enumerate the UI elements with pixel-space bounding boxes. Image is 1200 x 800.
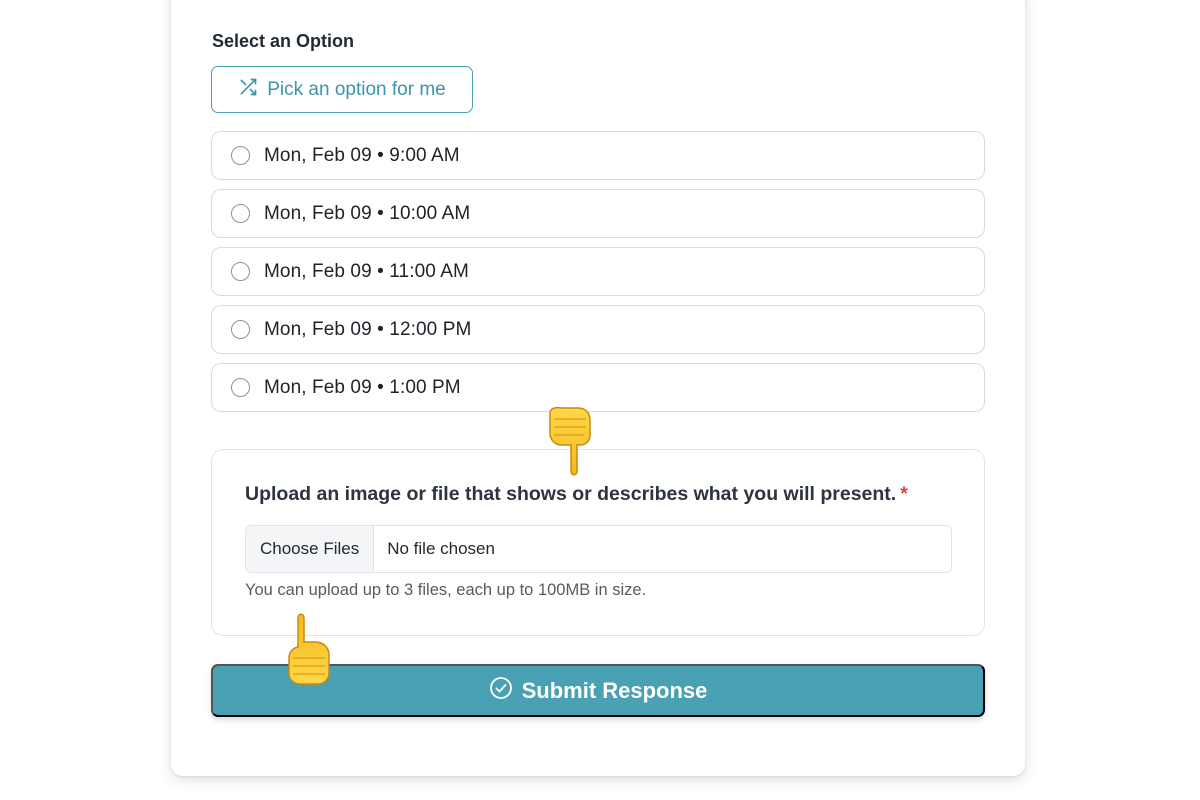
pointing-hand-down-icon: [549, 406, 591, 476]
option-label: Mon, Feb 09 • 11:00 AM: [264, 260, 469, 282]
pick-option-button[interactable]: Pick an option for me: [211, 66, 473, 113]
shuffle-icon: [238, 77, 258, 103]
choose-files-button[interactable]: Choose Files: [246, 526, 375, 572]
option-list: Mon, Feb 09 • 9:00 AM Mon, Feb 09 • 10:0…: [211, 131, 985, 421]
section-label: Select an Option: [212, 31, 355, 51]
radio-button[interactable]: [231, 262, 250, 281]
check-circle-icon: [489, 676, 513, 706]
option-item[interactable]: Mon, Feb 09 • 12:00 PM: [211, 305, 985, 354]
option-item[interactable]: Mon, Feb 09 • 9:00 AM: [211, 131, 985, 180]
radio-button[interactable]: [231, 320, 250, 339]
pick-option-label: Pick an option for me: [267, 78, 446, 100]
file-status: No file chosen: [387, 539, 495, 558]
option-item[interactable]: Mon, Feb 09 • 10:00 AM: [211, 189, 985, 238]
radio-button[interactable]: [231, 204, 250, 223]
radio-button[interactable]: [231, 146, 250, 165]
option-label: Mon, Feb 09 • 9:00 AM: [264, 144, 460, 166]
option-item[interactable]: Mon, Feb 09 • 11:00 AM: [211, 247, 985, 296]
option-label: Mon, Feb 09 • 1:00 PM: [264, 376, 461, 398]
radio-button[interactable]: [231, 378, 250, 397]
upload-title-text: Upload an image or file that shows or de…: [245, 483, 897, 505]
upload-title: Upload an image or file that shows or de…: [245, 483, 908, 506]
required-marker: *: [900, 483, 908, 505]
pointing-hand-up-icon: [288, 613, 330, 685]
option-label: Mon, Feb 09 • 12:00 PM: [264, 318, 472, 340]
option-label: Mon, Feb 09 • 10:00 AM: [264, 202, 471, 224]
submit-label: Submit Response: [521, 677, 708, 703]
upload-hint: You can upload up to 3 files, each up to…: [245, 581, 647, 599]
file-input[interactable]: Choose Files No file chosen: [245, 525, 952, 573]
